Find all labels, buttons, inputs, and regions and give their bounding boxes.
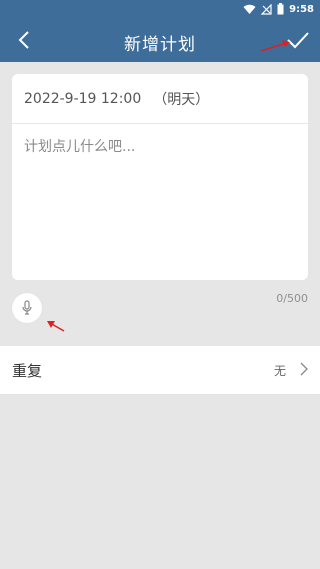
- date-picker-row[interactable]: 2022-9-19 12:00 （明天）: [12, 74, 308, 124]
- plan-card: 2022-9-19 12:00 （明天） 计划点儿什么吧...: [12, 74, 308, 280]
- signal-icon: [261, 3, 272, 15]
- plan-text-placeholder: 计划点儿什么吧...: [24, 139, 136, 155]
- voice-input-button[interactable]: [12, 293, 42, 323]
- app-header: 9:58 新增计划: [0, 0, 320, 62]
- app-screen: 9:58 新增计划 2022-9-19 12:00 （明天） 计划点儿什么吧..…: [0, 0, 320, 569]
- plan-text-input[interactable]: 计划点儿什么吧...: [12, 124, 308, 156]
- status-time: 9:58: [289, 3, 314, 15]
- repeat-label: 重复: [12, 361, 43, 380]
- confirm-button[interactable]: [286, 28, 310, 52]
- annotation-arrow-mic: [47, 321, 65, 332]
- chevron-right-icon: [300, 362, 308, 376]
- checkmark-icon: [287, 32, 309, 49]
- plan-relative-day: （明天）: [153, 91, 210, 108]
- battery-icon: [277, 3, 284, 15]
- repeat-value: 无: [273, 363, 286, 378]
- page-title: 新增计划: [124, 35, 196, 55]
- repeat-setting-row[interactable]: 重复 无: [0, 346, 320, 394]
- wifi-icon: [243, 4, 256, 15]
- plan-date: 2022-9-19 12:00: [24, 90, 142, 107]
- microphone-icon: [22, 300, 32, 315]
- char-counter: 0/500: [276, 292, 308, 305]
- status-bar: 9:58: [243, 0, 314, 18]
